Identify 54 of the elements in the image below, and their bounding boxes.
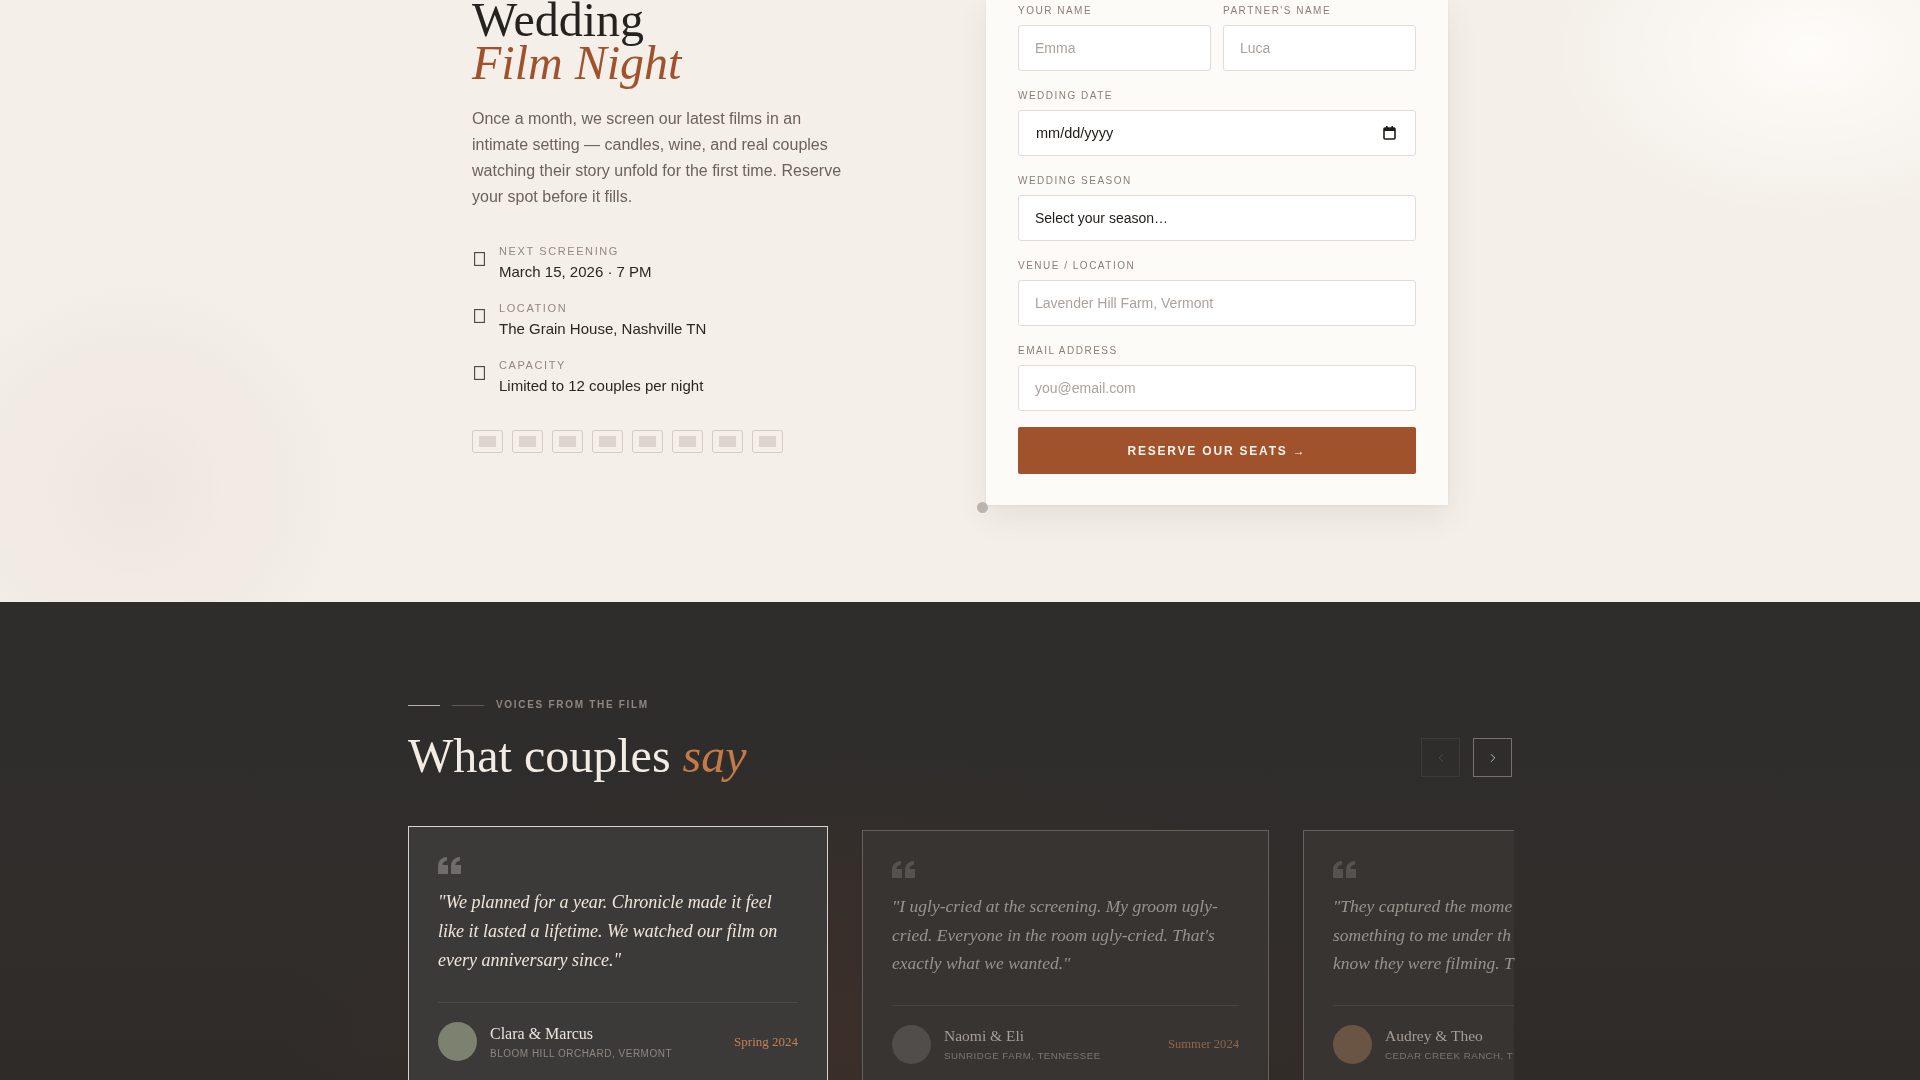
thumbnail-icon [472,430,503,453]
rectangle-icon [474,366,485,380]
testimonial-quote: "They captured the mome something to me under th know they were filming. T [1333,895,1514,975]
detail-value: Limited to 12 couples per night [499,376,704,396]
rectangle-icon [474,252,485,266]
quote-icon [892,861,916,878]
intro-paragraph: Once a month, we screen our latest films in an intimate setting — candles, wine, and real couples watching their story unfold for the first time. Reserve your spot before it fills. [472,109,843,207]
dot-icon [977,502,988,513]
reserve-button[interactable]: RESERVE OUR SEATS → [1018,427,1416,474]
rectangle-icon [474,309,485,323]
thumbnail-icon [592,430,623,453]
thumbnail-icon [552,430,583,453]
input-field[interactable]: Luca [1223,25,1416,71]
couple-name: Audrey & Theo [1385,1026,1484,1046]
field-label: WEDDING DATE [1018,89,1115,102]
input-field[interactable]: Lavender Hill Farm, Vermont [1018,280,1416,326]
next-button[interactable] [1473,738,1512,777]
season-label: Spring 2024 [734,1033,798,1050]
detail-label: NEXT SCREENING [499,244,620,258]
venue-name: BLOOM HILL ORCHARD, VERMONT [490,1046,673,1060]
email-field[interactable]: you@email.com [1018,365,1416,411]
detail-value: The Grain House, Nashville TN [499,319,707,339]
input-field[interactable]: Emma [1018,25,1211,71]
testimonial-quote: "I ugly-cried at the screening. My groom ugly-cried. Everyone in the room ugly-cried. That's exactly what we wanted." [892,895,1219,975]
testimonial-quote: "We planned for a year. Chronicle made it feel like it lasted a lifetime. We watched our film on every anniversary since." [438,891,779,972]
thumbnail-icon [712,430,743,453]
thumbnail-icon [512,430,543,453]
venue-name: SUNRIDGE FARM, TENNESSEE [944,1049,1101,1062]
calendar-icon[interactable] [1383,126,1396,140]
field-label: PARTNER'S NAME [1223,4,1333,17]
quote-icon [438,857,462,874]
avatar [1333,1024,1372,1064]
detail-label: CAPACITY [499,358,567,372]
field-label: VENUE / LOCATION [1018,259,1137,272]
field-label: YOUR NAME [1018,4,1094,17]
page-title: Wedding Film Night [472,0,682,90]
avatar [892,1024,931,1064]
venue-name: CEDAR CREEK RANCH, T [1385,1049,1514,1062]
couple-name: Naomi & Eli [944,1026,1026,1046]
detail-label: LOCATION [499,301,569,315]
section-title: What couples say [408,728,747,784]
couple-name: Clara & Marcus [490,1023,595,1044]
avatar [438,1022,477,1061]
thumbnail-icon [672,430,703,453]
section-eyebrow: VOICES FROM THE FILM [496,698,649,712]
quote-icon [1333,861,1357,878]
season-label: Summer 2024 [1168,1036,1239,1052]
detail-value: March 15, 2026 · 7 PM [499,262,652,282]
thumbnail-icon [632,430,663,453]
date-field[interactable]: mm/dd/yyyy [1018,110,1416,156]
field-label: WEDDING SEASON [1018,174,1133,187]
thumbnail-icon [752,430,783,453]
dropdown-field[interactable]: Select your season… [1018,195,1416,241]
field-label: EMAIL ADDRESS [1018,344,1119,357]
